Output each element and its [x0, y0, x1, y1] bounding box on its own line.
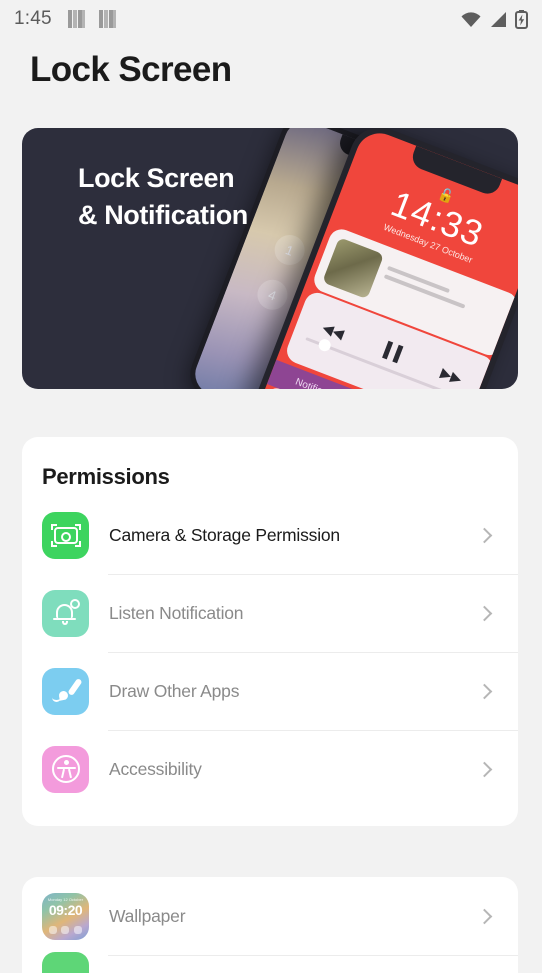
- permission-label: Camera & Storage Permission: [109, 524, 340, 545]
- chevron-right-icon: [476, 605, 493, 621]
- permission-row-camera-storage[interactable]: Camera & Storage Permission: [22, 496, 518, 574]
- settings-label: Wallpaper: [109, 905, 186, 926]
- permission-label: Accessibility: [109, 758, 202, 779]
- brush-icon: [42, 667, 89, 715]
- wallpaper-thumb-time: 09:20: [48, 901, 83, 918]
- accessibility-icon: [42, 745, 89, 793]
- progress-knob: [316, 337, 333, 353]
- status-bar: 1:45: [0, 0, 542, 38]
- promo-banner[interactable]: 1 4 🔓 14:33 Wednesday 27 October ◀◀ ▶▶ N…: [22, 128, 518, 389]
- settings-row-wallpaper[interactable]: Monday 12 October 09:20 Wallpaper: [22, 877, 518, 955]
- chevron-right-icon: [476, 683, 493, 699]
- bell-icon: [42, 589, 89, 637]
- permission-row-draw-other-apps[interactable]: Draw Other Apps: [22, 652, 518, 730]
- banner-headline-line-2: & Notification: [78, 200, 248, 230]
- status-bar-time: 1:45: [14, 8, 52, 29]
- app-screen: 1:45 Lock Screen 1 4 🔓 14:33 Wednesday 2…: [0, 0, 542, 973]
- settings-card: Monday 12 October 09:20 Wallpaper: [22, 877, 518, 973]
- permission-label: Listen Notification: [109, 602, 244, 623]
- next-track-icon: ▶▶: [438, 364, 465, 387]
- phone-notch: [409, 145, 503, 198]
- permissions-title: Permissions: [42, 464, 170, 489]
- camera-icon: [42, 511, 89, 559]
- badge-count-2: 4: [253, 275, 292, 315]
- settings-row-next-partial[interactable]: [22, 951, 518, 973]
- app-icon: [42, 951, 89, 973]
- cellular-signal-icon: [491, 11, 506, 27]
- chevron-right-icon: [476, 527, 493, 543]
- book-icon: [67, 10, 85, 28]
- banner-headline-line-1: Lock Screen: [78, 163, 235, 193]
- wifi-icon: [461, 11, 481, 27]
- badge-count-1: 1: [270, 230, 310, 270]
- album-art: [322, 237, 385, 300]
- wallpaper-thumb-dots: [42, 925, 89, 934]
- pause-icon: [382, 340, 404, 364]
- status-bar-system-icons: [460, 9, 528, 29]
- chevron-right-icon: [476, 761, 493, 777]
- permission-row-listen-notification[interactable]: Listen Notification: [22, 574, 518, 652]
- page-title: Lock Screen: [30, 50, 232, 89]
- permission-label: Draw Other Apps: [109, 680, 240, 701]
- chevron-right-icon: [476, 908, 493, 924]
- book-icon: [98, 10, 116, 28]
- permission-row-accessibility[interactable]: Accessibility: [22, 730, 518, 808]
- permissions-card: Permissions Camera & Storage Permission …: [22, 437, 518, 826]
- banner-headline: Lock Screen & Notification: [78, 160, 338, 234]
- battery-charging-icon: [515, 9, 528, 29]
- wallpaper-thumbnail-icon: Monday 12 October 09:20: [42, 892, 89, 940]
- status-bar-notification-icons: [67, 10, 116, 28]
